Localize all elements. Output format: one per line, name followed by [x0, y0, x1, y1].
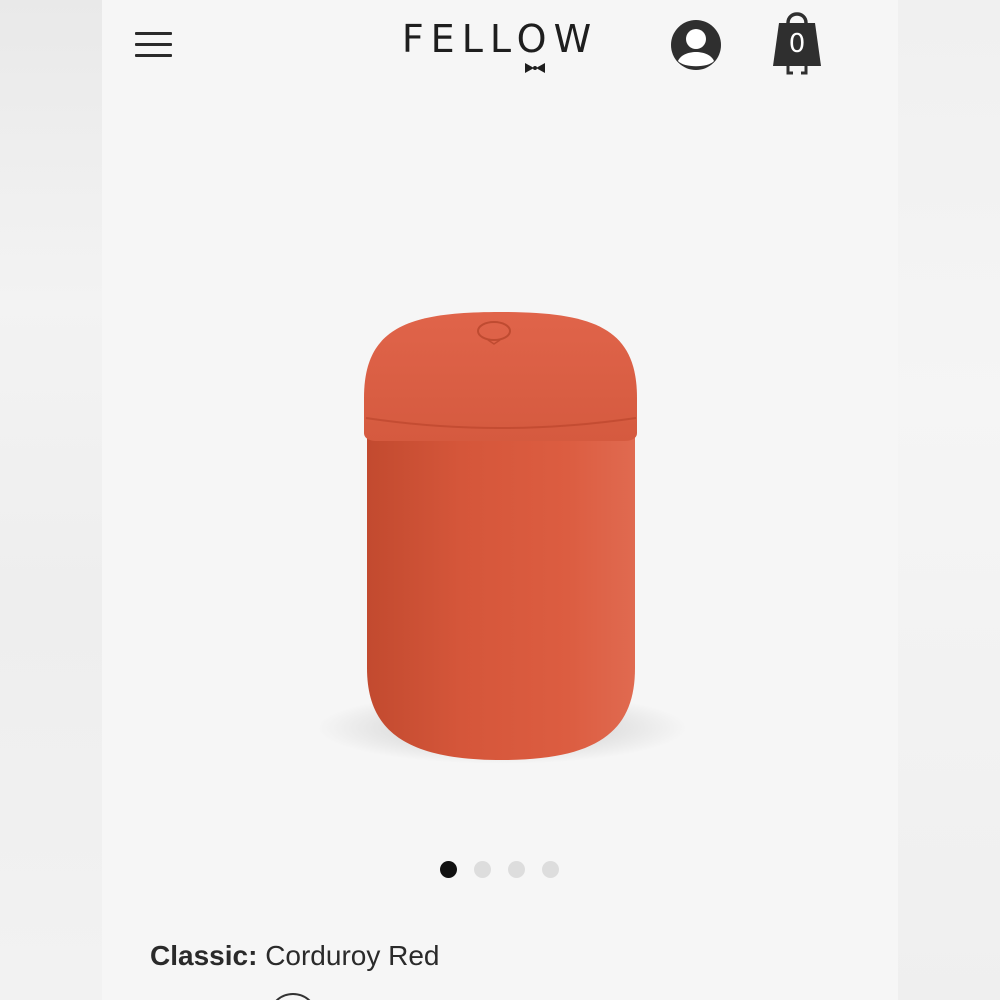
- carousel-dot-3[interactable]: [508, 861, 525, 878]
- hamburger-menu-icon: [135, 32, 172, 35]
- brand-logo[interactable]: FELLOW: [392, 16, 608, 76]
- carousel-dot-4[interactable]: [542, 861, 559, 878]
- carousel-dot-1[interactable]: [440, 861, 457, 878]
- user-account-icon: [671, 20, 721, 70]
- color-swatch[interactable]: [268, 993, 318, 1000]
- product-image: [317, 312, 687, 764]
- carousel-dots: [440, 861, 559, 879]
- variant-selection: Classic: Corduroy Red: [150, 940, 440, 972]
- bow-tie-icon: [525, 63, 545, 73]
- menu-button[interactable]: [135, 30, 173, 60]
- brand-name: FELLOW: [401, 17, 599, 61]
- variant-label: Classic:: [150, 940, 258, 971]
- variant-value: Corduroy Red: [265, 940, 440, 971]
- account-button[interactable]: [670, 19, 722, 71]
- product-page: FELLOW 0 Classic: Corduroy Red: [102, 0, 898, 1000]
- product-image-carousel[interactable]: [102, 88, 898, 848]
- right-backdrop: [898, 0, 1000, 1000]
- left-backdrop: [0, 0, 102, 1000]
- hamburger-line: [135, 43, 172, 46]
- carousel-dot-2[interactable]: [474, 861, 491, 878]
- cart-button[interactable]: 0: [770, 5, 824, 75]
- hamburger-line: [135, 54, 172, 57]
- cart-count: 0: [788, 29, 806, 59]
